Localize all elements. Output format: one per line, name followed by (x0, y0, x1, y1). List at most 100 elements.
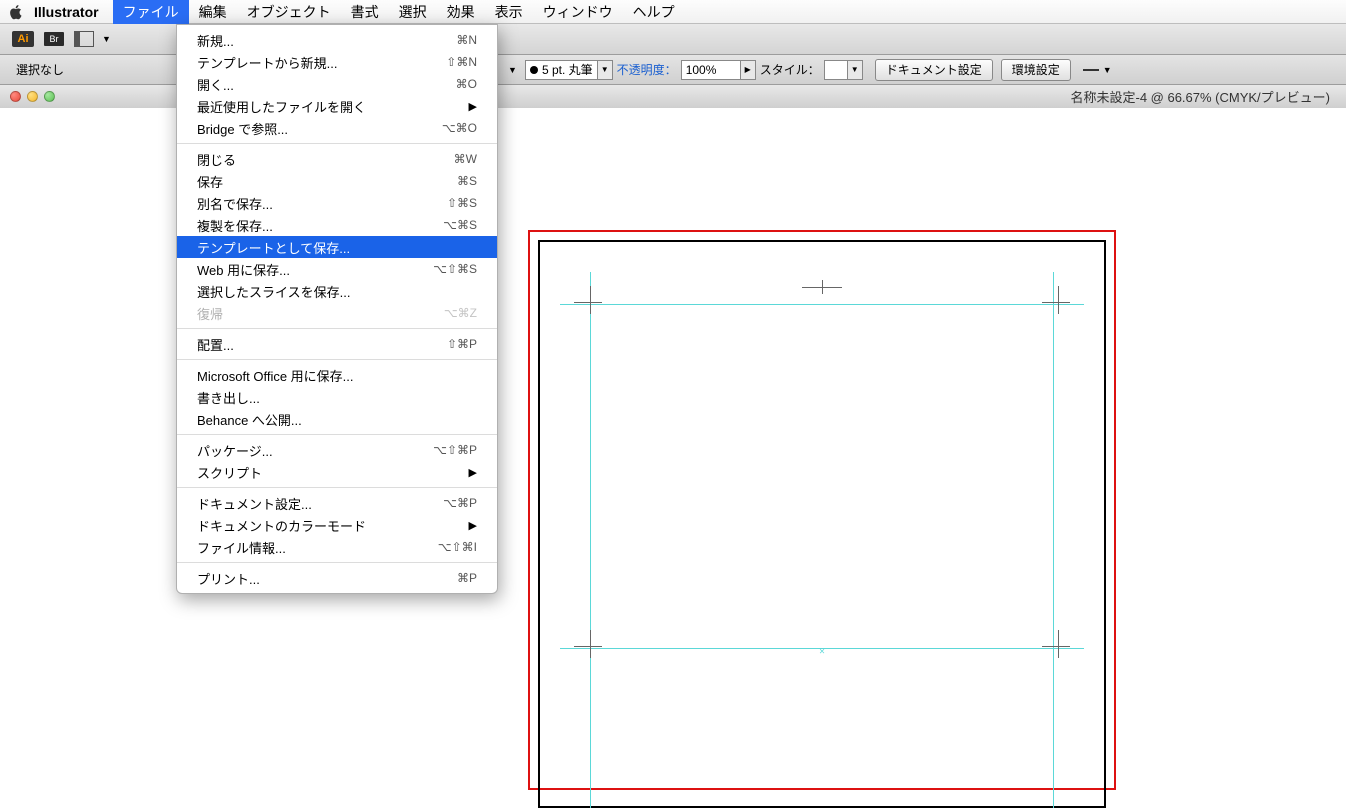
align-dropdown-icon[interactable]: ▼ (1103, 65, 1112, 75)
illustrator-logo-icon[interactable]: Ai (12, 31, 34, 47)
menu-item-label: 復帰 (197, 304, 223, 323)
opacity-label[interactable]: 不透明度： (617, 61, 677, 78)
menu-item-label: 最近使用したファイルを開く (197, 97, 366, 116)
menu-effect[interactable]: 効果 (437, 0, 485, 24)
menu-item-label: テンプレートから新規... (197, 53, 337, 72)
style-dropdown-icon[interactable]: ▼ (848, 60, 863, 80)
file-menu-item[interactable]: 書き出し... (177, 386, 497, 408)
stroke-field[interactable]: 5 pt. 丸筆 (525, 60, 598, 80)
submenu-arrow-icon: ▶ (469, 100, 477, 113)
menu-type[interactable]: 書式 (341, 0, 389, 24)
minimize-window-icon[interactable] (27, 91, 38, 102)
document-title: 名称未設定-4 @ 66.67% (CMYK/プレビュー) (1070, 87, 1330, 106)
menu-shortcut: ⌘W (454, 152, 477, 166)
file-menu-item[interactable]: 新規...⌘N (177, 29, 497, 51)
file-menu-item[interactable]: ドキュメントのカラーモード ▶ (177, 514, 497, 536)
file-menu-item[interactable]: 開く... ⌘O (177, 73, 497, 95)
style-swatch[interactable] (824, 60, 848, 80)
uniform-dropdown-icon[interactable]: ▼ (508, 65, 517, 75)
window-controls (10, 91, 55, 102)
guide-horizontal (560, 304, 1084, 305)
brush-name: 丸筆 (569, 61, 593, 78)
menu-shortcut: ⌘N (456, 33, 477, 47)
menu-item-label: パッケージ... (197, 441, 273, 460)
menu-help[interactable]: ヘルプ (623, 0, 685, 24)
file-menu-item[interactable]: 最近使用したファイルを開く ▶ (177, 95, 497, 117)
menu-shortcut: ⌥⌘Z (444, 306, 477, 320)
layout-icon[interactable] (74, 31, 94, 47)
selection-label: 選択なし (16, 61, 64, 78)
file-menu-item[interactable]: Bridge で参照... ⌥⌘O (177, 117, 497, 139)
menu-view[interactable]: 表示 (485, 0, 533, 24)
file-menu-item[interactable]: テンプレートとして保存... (177, 236, 497, 258)
file-menu-item[interactable]: 保存 ⌘S (177, 170, 497, 192)
menu-shortcut: ⌥⇧⌘P (433, 443, 477, 457)
stroke-size-value: 5 pt. (542, 63, 565, 77)
menu-item-label: 選択したスライスを保存... (197, 282, 350, 301)
menu-item-label: 配置... (197, 335, 234, 354)
file-menu-item[interactable]: ドキュメント設定...⌥⌘P (177, 492, 497, 514)
document-setup-button[interactable]: ドキュメント設定 (875, 59, 993, 81)
menu-item-label: 閉じる (197, 150, 236, 169)
menu-item-label: 開く... (197, 75, 234, 94)
layout-dropdown-icon[interactable]: ▼ (102, 34, 111, 44)
menu-item-label: プリント... (197, 569, 260, 588)
align-icon[interactable] (1083, 63, 1099, 77)
file-menu-item[interactable]: Behance へ公開... (177, 408, 497, 430)
menu-shortcut: ⌥⇧⌘I (438, 540, 477, 554)
file-menu-item: 復帰 ⌥⌘Z (177, 302, 497, 324)
menu-select[interactable]: 選択 (389, 0, 437, 24)
file-menu-item[interactable]: 閉じる ⌘W (177, 148, 497, 170)
file-menu-item[interactable]: Web 用に保存...⌥⇧⌘S (177, 258, 497, 280)
crop-mark-icon (568, 280, 608, 320)
menu-item-label: スクリプト (197, 463, 262, 482)
menu-shortcut: ⌘P (457, 571, 477, 585)
menu-file[interactable]: ファイル (113, 0, 189, 24)
file-menu-item[interactable]: 選択したスライスを保存... (177, 280, 497, 302)
file-menu-item[interactable]: ファイル情報... ⌥⇧⌘I (177, 536, 497, 558)
opacity-field[interactable]: 100% (681, 60, 741, 80)
file-menu-item[interactable]: パッケージ... ⌥⇧⌘P (177, 439, 497, 461)
file-menu-item[interactable]: 別名で保存...⇧⌘S (177, 192, 497, 214)
crop-mark-icon (568, 624, 608, 664)
file-menu-item[interactable]: Microsoft Office 用に保存... (177, 364, 497, 386)
menu-shortcut: ⇧⌘P (447, 337, 477, 351)
menu-item-label: テンプレートとして保存... (197, 238, 350, 257)
menu-item-label: Microsoft Office 用に保存... (197, 366, 354, 385)
menu-item-label: Bridge で参照... (197, 119, 288, 138)
menu-shortcut: ⇧⌘S (447, 196, 477, 210)
menu-item-label: ドキュメントのカラーモード (197, 516, 366, 535)
menu-window[interactable]: ウィンドウ (533, 0, 623, 24)
bridge-logo-icon[interactable]: Br (44, 32, 64, 46)
opacity-value: 100% (686, 63, 717, 77)
menu-object[interactable]: オブジェクト (237, 0, 341, 24)
menu-shortcut: ⌥⌘O (442, 121, 477, 135)
zoom-window-icon[interactable] (44, 91, 55, 102)
menu-edit[interactable]: 編集 (189, 0, 237, 24)
system-menubar: Illustrator ファイル 編集 オブジェクト 書式 選択 効果 表示 ウ… (0, 0, 1346, 24)
menu-shortcut: ⇧⌘N (446, 55, 477, 69)
stroke-dropdown-icon[interactable]: ▼ (598, 60, 613, 80)
guide-vertical (590, 272, 591, 808)
opacity-dropdown-icon[interactable]: ▶ (741, 60, 756, 80)
file-menu-item[interactable]: 配置... ⇧⌘P (177, 333, 497, 355)
menu-shortcut: ⌘O (456, 77, 477, 91)
page-outline (538, 240, 1106, 808)
menu-item-label: 保存 (197, 172, 223, 191)
apple-icon[interactable] (8, 4, 24, 20)
file-menu-item[interactable]: 複製を保存...⌥⌘S (177, 214, 497, 236)
style-label: スタイル： (760, 61, 820, 78)
menu-item-label: Behance へ公開... (197, 410, 302, 429)
submenu-arrow-icon: ▶ (469, 519, 477, 532)
menu-shortcut: ⌥⇧⌘S (433, 262, 477, 276)
file-menu-item[interactable]: スクリプト ▶ (177, 461, 497, 483)
preferences-button[interactable]: 環境設定 (1001, 59, 1071, 81)
submenu-arrow-icon: ▶ (469, 466, 477, 479)
app-name[interactable]: Illustrator (34, 4, 99, 20)
menu-item-label: ファイル情報... (197, 538, 286, 557)
file-menu-item[interactable]: テンプレートから新規... ⇧⌘N (177, 51, 497, 73)
center-mark-icon: × (819, 647, 825, 658)
menu-shortcut: ⌘S (457, 174, 477, 188)
close-window-icon[interactable] (10, 91, 21, 102)
file-menu-item[interactable]: プリント... ⌘P (177, 567, 497, 589)
